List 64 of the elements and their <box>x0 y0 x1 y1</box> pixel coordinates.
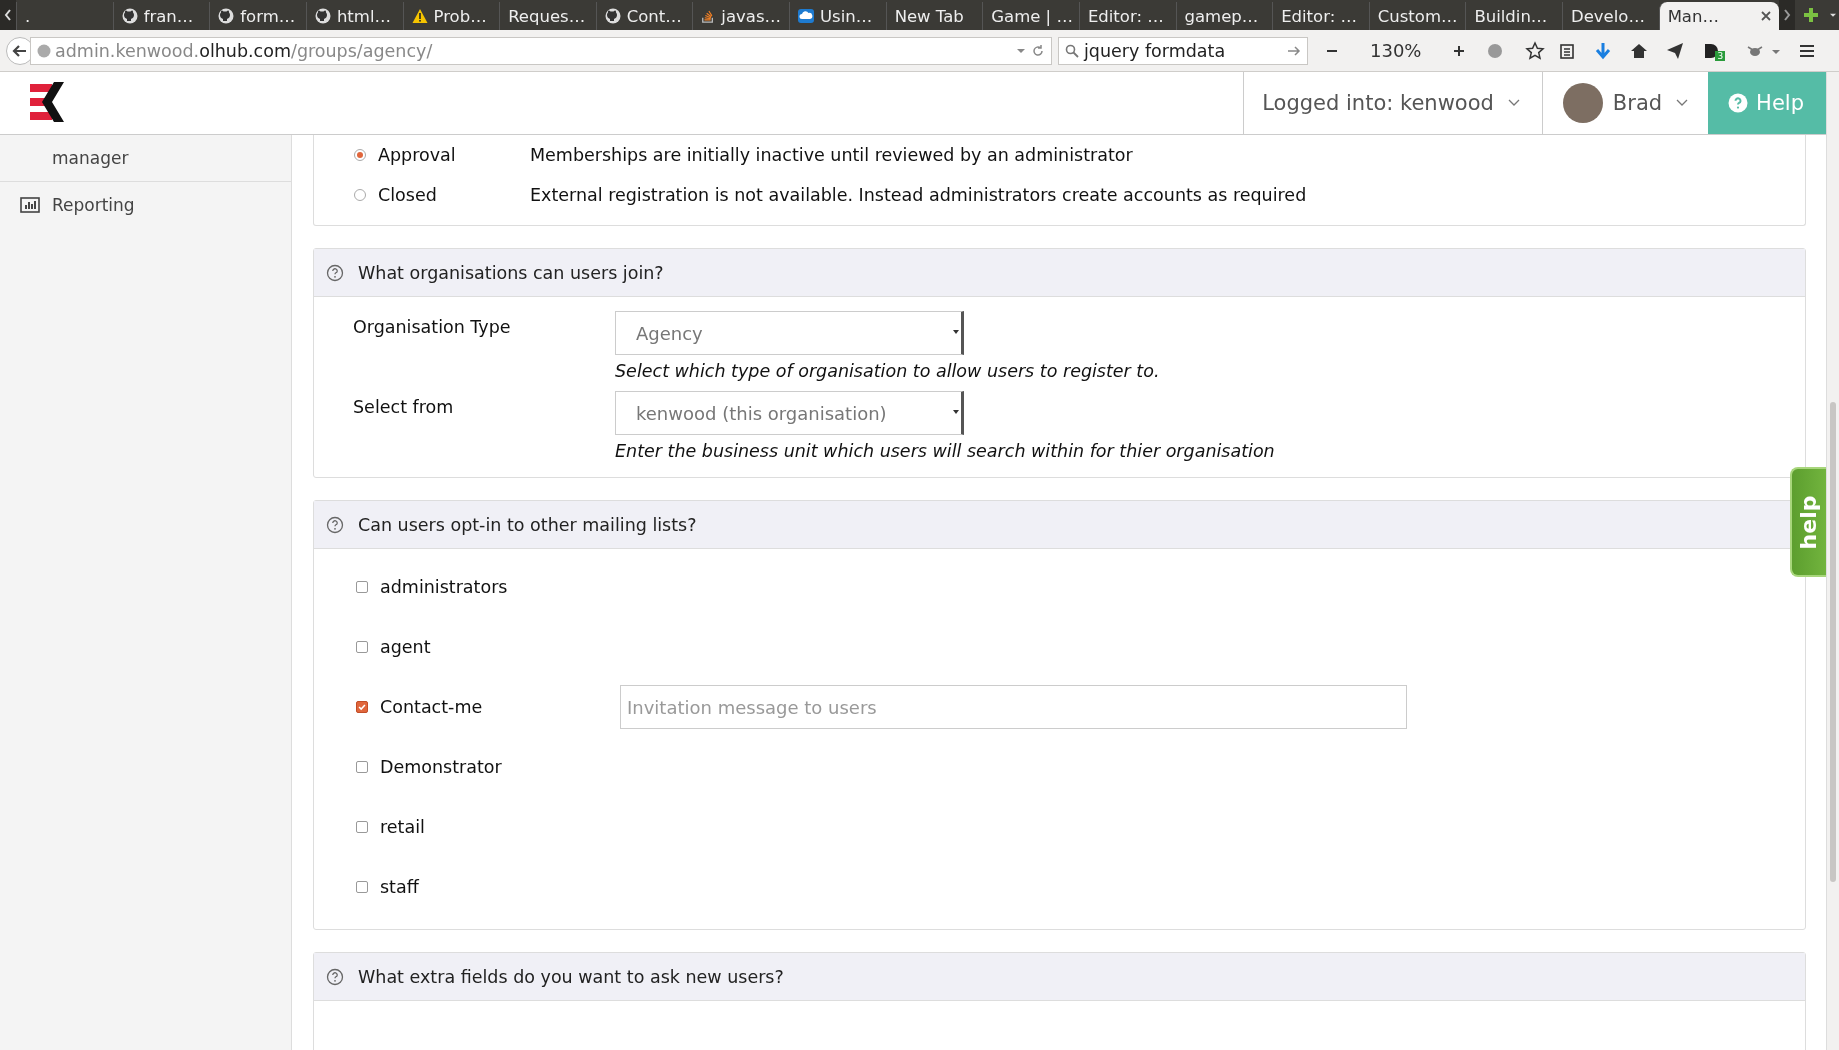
sidebar-item[interactable]: Reporting <box>0 182 291 228</box>
field-label: Select from <box>353 396 455 419</box>
star-icon[interactable] <box>1525 40 1546 61</box>
zoom-level[interactable]: 130% <box>1348 40 1444 61</box>
select-field[interactable]: Agency <box>615 311 964 355</box>
checkbox-label: agent <box>380 637 432 657</box>
cloud-icon <box>798 8 814 24</box>
help-text: Select which type of organisation to allow users to register to. <box>615 361 1160 381</box>
address-bar[interactable]: admin.kenwood.olhub.com/groups/agency/ <box>30 36 1052 65</box>
checkbox-label: retail <box>380 817 426 837</box>
scrollbar[interactable] <box>1826 72 1839 1050</box>
stack-icon <box>701 8 716 24</box>
bar-chart-icon <box>20 197 40 213</box>
help-icon[interactable] <box>326 967 344 986</box>
sidebar-item[interactable]: manager <box>0 135 291 182</box>
warning-icon <box>411 8 428 24</box>
close-icon[interactable] <box>1761 11 1772 21</box>
checkbox-label: Contact-me <box>380 697 484 717</box>
chevron-left-icon <box>4 9 12 21</box>
back-arrow-icon <box>12 42 28 59</box>
github-icon <box>121 8 138 24</box>
field-label: Organisation Type <box>353 316 512 339</box>
scroll-right-button[interactable] <box>1779 0 1796 30</box>
checkbox[interactable] <box>356 761 368 773</box>
panel-title: What extra fields do you want to ask new users? <box>358 966 784 987</box>
github-icon <box>604 8 621 24</box>
arrow-icon[interactable] <box>1287 43 1301 58</box>
checkbox-label: Demonstrator <box>380 757 503 777</box>
checkbox[interactable] <box>356 881 368 893</box>
checkbox[interactable] <box>356 641 368 653</box>
checkbox-label: administrators <box>380 577 509 597</box>
checkbox[interactable] <box>356 701 368 713</box>
checkbox[interactable] <box>356 821 368 833</box>
search-icon <box>1065 43 1079 58</box>
help-text: Enter the business unit which users will search within for thier organisation <box>615 441 1275 461</box>
select-field[interactable]: kenwood (this organisation) <box>615 391 964 435</box>
chevron-icon <box>1676 99 1689 107</box>
help-icon[interactable] <box>326 515 344 534</box>
panel-title: Can users opt-in to other mailing lists? <box>358 514 697 535</box>
reload-icon[interactable] <box>1031 43 1045 58</box>
option-label: Closed <box>378 185 438 205</box>
search-field[interactable]: jquery formdata <box>1058 36 1308 65</box>
search-text: jquery formdata <box>1084 40 1226 61</box>
chevron-right-icon <box>1783 9 1792 21</box>
option-description: Memberships are initially inactive until reviewed by an administrator <box>530 145 1133 165</box>
checkbox[interactable] <box>356 581 368 593</box>
panel-title: What organisations can users join? <box>358 262 664 283</box>
url-text: admin.kenwood.olhub.com/groups/agency/ <box>55 40 433 61</box>
github-icon <box>314 8 331 24</box>
chevron-icon <box>1507 99 1520 107</box>
paper-plane-icon[interactable] <box>1665 40 1686 61</box>
extension-button[interactable]: 3 <box>1701 40 1728 61</box>
help-icon <box>1728 93 1749 113</box>
avatar <box>1562 83 1603 123</box>
github-icon <box>218 8 235 24</box>
option-description: External registration is not available. Instead administrators create accounts as required <box>530 185 1307 205</box>
help-icon[interactable] <box>326 263 344 282</box>
browser-tab[interactable]: Man… <box>1658 2 1780 30</box>
caret-icon <box>953 410 959 414</box>
caret-icon <box>953 330 959 334</box>
checkbox-label: staff <box>380 877 420 897</box>
input-field[interactable]: Invitation message to users <box>620 685 1407 729</box>
option-label: Approval <box>378 145 457 165</box>
scroll-left-button[interactable] <box>0 0 16 30</box>
